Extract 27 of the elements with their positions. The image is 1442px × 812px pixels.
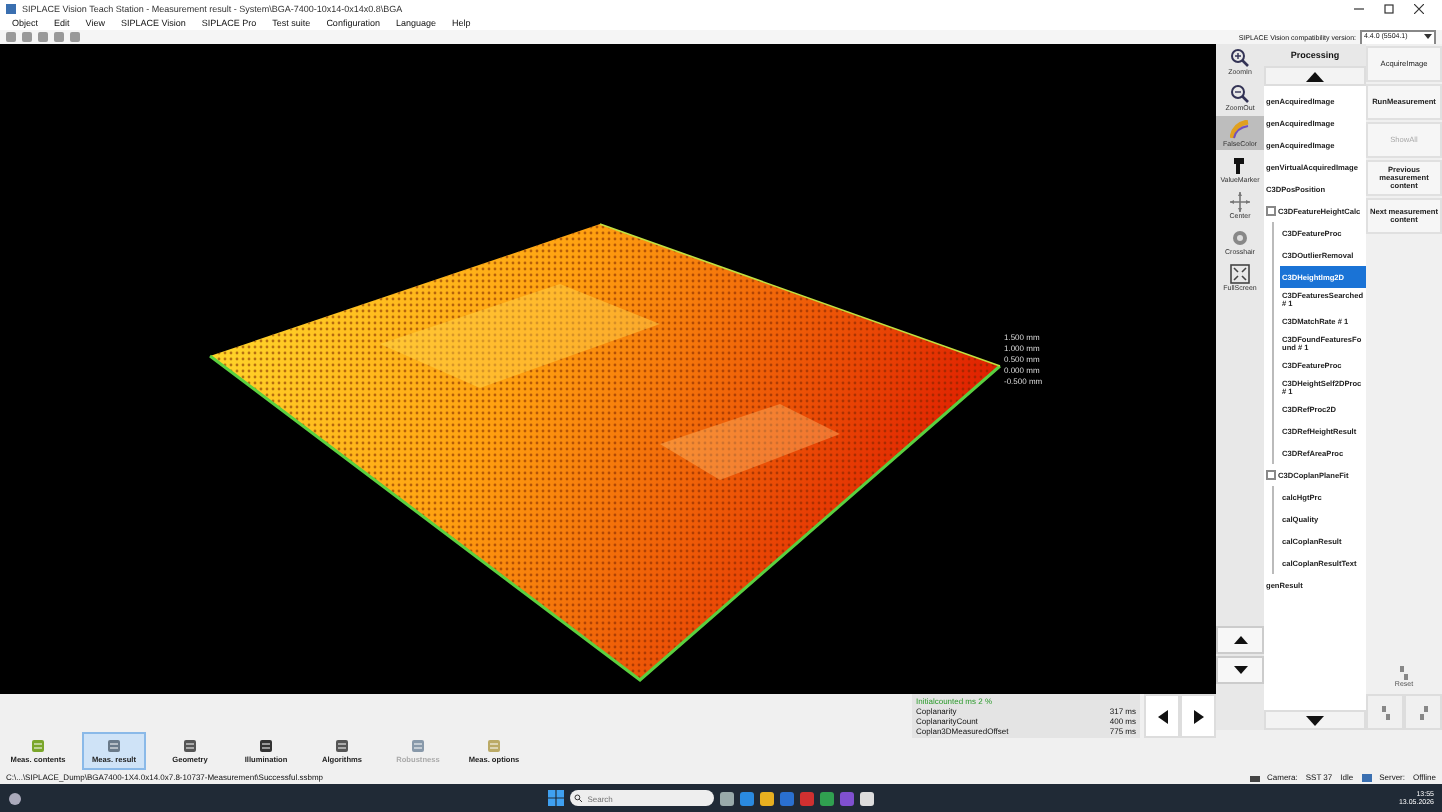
target-icon [1230, 227, 1250, 247]
minimize-icon[interactable] [1354, 3, 1364, 13]
maximize-icon[interactable] [1384, 3, 1394, 13]
left-triangle-icon [1157, 709, 1167, 723]
tree-up-button[interactable] [1264, 66, 1366, 86]
previous-button[interactable] [1144, 694, 1180, 738]
collapse-icon[interactable] [1266, 470, 1276, 480]
up-triangle-icon [1306, 71, 1324, 81]
rainbow-brush-icon [1230, 119, 1250, 139]
up-triangle-icon [1233, 636, 1247, 644]
next-button[interactable] [1180, 694, 1216, 738]
down-triangle-icon [1233, 666, 1247, 674]
down-triangle-icon [1306, 715, 1324, 725]
scroll-down-button[interactable] [1216, 656, 1264, 684]
fullscreen-icon [1230, 263, 1250, 283]
collapse-icon[interactable] [1266, 206, 1276, 216]
close-icon[interactable] [1414, 3, 1424, 13]
zoom-out-icon [1230, 83, 1250, 103]
move-arrows-icon [1230, 191, 1250, 211]
app-icon [6, 3, 16, 13]
marker-icon [1230, 155, 1250, 175]
dropdown-arrow-icon [1424, 31, 1432, 39]
windows-start-icon[interactable] [547, 790, 564, 806]
tree-down-button[interactable] [1264, 710, 1366, 730]
zoom-in-icon [1230, 47, 1250, 67]
right-triangle-icon [1193, 709, 1203, 723]
scroll-up-button[interactable] [1216, 626, 1264, 654]
